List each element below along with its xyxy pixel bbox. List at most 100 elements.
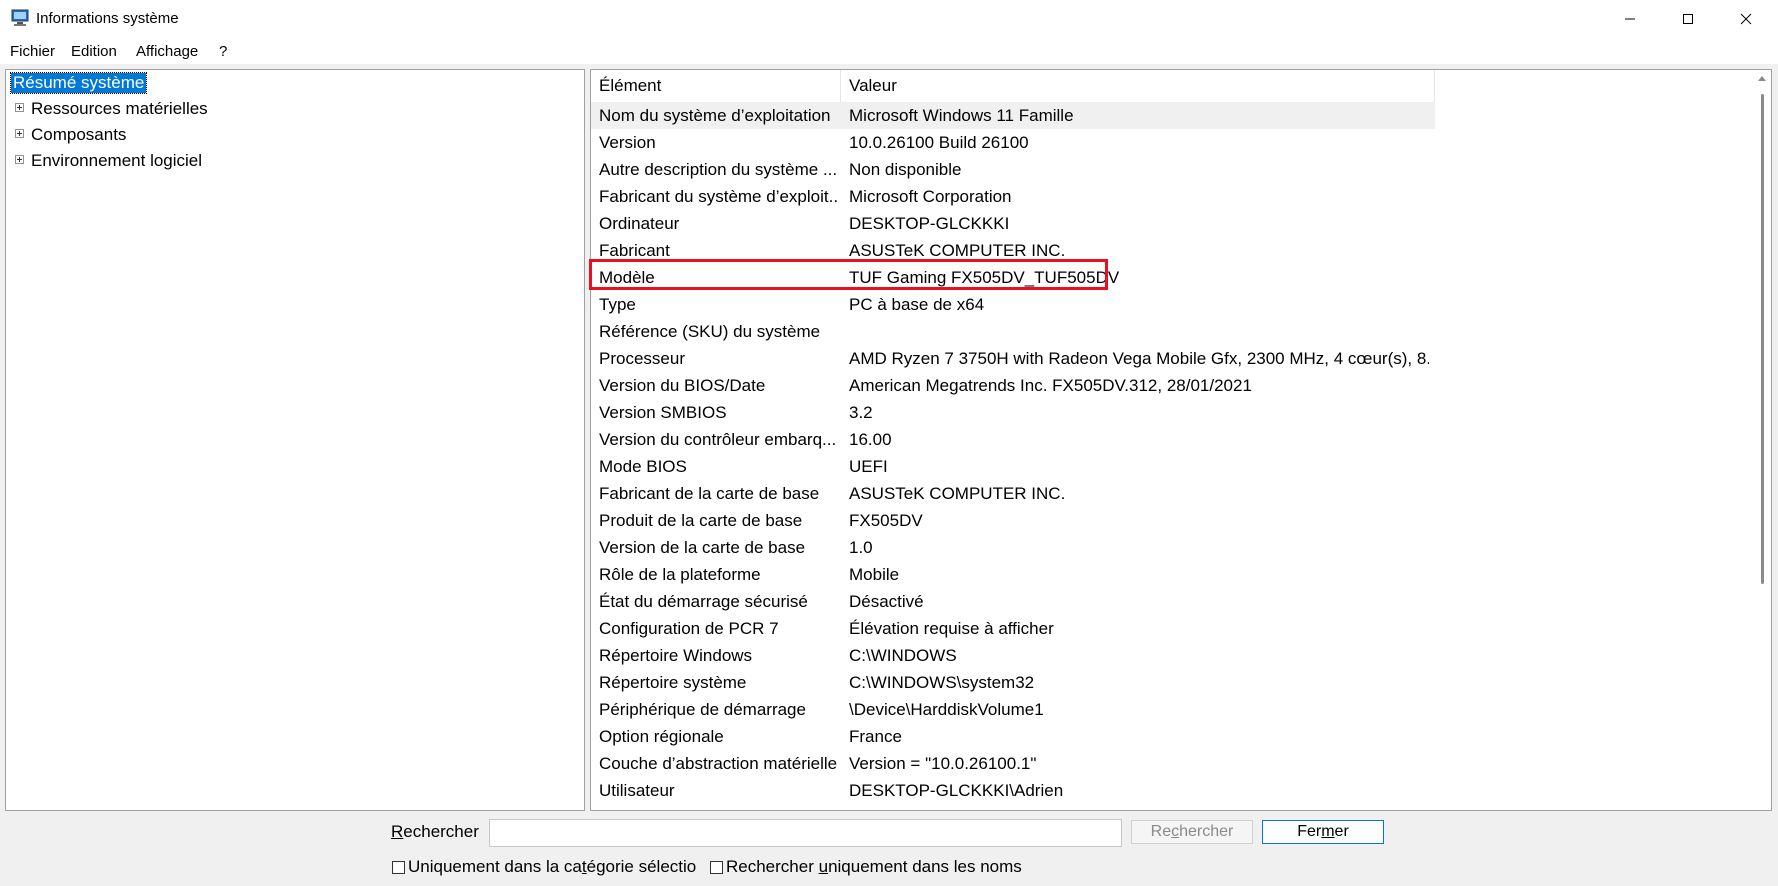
table-row[interactable]: Version 10.0.26100 Build 26100 bbox=[591, 129, 1435, 156]
column-header-element[interactable]: Élément bbox=[591, 70, 841, 102]
table-row[interactable]: Version du BIOS/Date American Megatrends … bbox=[591, 372, 1435, 399]
table-row[interactable]: Répertoire système C:\WINDOWS\system32 bbox=[591, 669, 1435, 696]
table-row[interactable]: Type PC à base de x64 bbox=[591, 291, 1435, 318]
table-row[interactable]: Configuration de PCR 7 Élévation requise … bbox=[591, 615, 1435, 642]
scrollbar-thumb[interactable] bbox=[1761, 94, 1764, 584]
category-tree: Résumé système Ressources matérielles Co… bbox=[5, 69, 585, 811]
vertical-scrollbar[interactable] bbox=[1754, 70, 1771, 810]
menu-bar: Fichier Edition Affichage ? bbox=[0, 38, 1778, 64]
cell-element: Ordinateur bbox=[599, 214, 680, 233]
table-row[interactable]: Fabricant ASUSTeK COMPUTER INC. bbox=[591, 237, 1435, 264]
checkbox-label: Uniquement dans la catégorie sélectio bbox=[408, 857, 697, 876]
cell-value: Mobile bbox=[849, 565, 900, 584]
cell-value: ASUSTeK COMPUTER INC. bbox=[849, 484, 1066, 503]
cell-value: DESKTOP-GLCKKKI\Adrien bbox=[849, 781, 1064, 800]
checkbox-label: Rechercher uniquement dans les noms bbox=[726, 857, 1022, 876]
maximize-icon bbox=[1683, 14, 1693, 24]
table-row[interactable]: Version de la carte de base 1.0 bbox=[591, 534, 1435, 561]
cell-element: Version de la carte de base bbox=[599, 538, 806, 557]
cell-element: Type bbox=[599, 295, 636, 314]
cell-element: Mode BIOS bbox=[599, 457, 687, 476]
cell-element: Version bbox=[599, 133, 656, 152]
cell-value: 1.0 bbox=[849, 538, 873, 557]
details-list: Élément Valeur Nom du système d’exploita… bbox=[590, 69, 1772, 811]
system-info-app-icon bbox=[11, 9, 29, 26]
table-row[interactable]: Autre description du système ... Non disp… bbox=[591, 156, 1435, 183]
title-bar: Informations système bbox=[0, 0, 1778, 38]
table-row[interactable]: Référence (SKU) du système bbox=[591, 318, 1435, 345]
cell-element: Fabricant bbox=[599, 241, 670, 260]
search-input[interactable] bbox=[489, 819, 1122, 847]
table-row[interactable]: Ordinateur DESKTOP-GLCKKKI bbox=[591, 210, 1435, 237]
table-row[interactable]: Couche d’abstraction matérielle Version =… bbox=[591, 750, 1435, 777]
window-title: Informations système bbox=[36, 10, 179, 27]
tree-item-resume-systeme[interactable]: Résumé système bbox=[9, 72, 148, 94]
cell-value: DESKTOP-GLCKKKI bbox=[849, 214, 1010, 233]
scroll-up-icon[interactable] bbox=[1758, 76, 1766, 81]
cell-value: Non disponible bbox=[849, 160, 962, 179]
close-window-button[interactable] bbox=[1717, 0, 1775, 38]
table-row[interactable]: Rôle de la plateforme Mobile bbox=[591, 561, 1435, 588]
tree-item-ressources-materielles[interactable]: Ressources matérielles bbox=[31, 99, 208, 119]
table-row[interactable]: État du démarrage sécurisé Désactivé bbox=[591, 588, 1435, 615]
table-row[interactable]: Mode BIOS UEFI bbox=[591, 453, 1435, 480]
cell-value: C:\WINDOWS\system32 bbox=[849, 673, 1035, 692]
cell-value: Désactivé bbox=[849, 592, 924, 611]
table-row[interactable]: Utilisateur DESKTOP-GLCKKKI\Adrien bbox=[591, 777, 1435, 804]
cell-element: Option régionale bbox=[599, 727, 724, 746]
checkbox-names-only[interactable]: Rechercher uniquement dans les noms bbox=[710, 857, 1022, 877]
cell-element: Version du contrôleur embarq... bbox=[599, 430, 837, 449]
checkbox-category-only[interactable]: Uniquement dans la catégorie sélectio bbox=[392, 857, 696, 877]
table-row[interactable]: Nom du système d’exploitation Microsoft W… bbox=[591, 102, 1435, 129]
search-bar: Rechercher Rechercher Fermer Uniquement … bbox=[0, 815, 1778, 886]
menu-affichage[interactable]: Affichage bbox=[136, 43, 198, 60]
tree-item-environnement-logiciel[interactable]: Environnement logiciel bbox=[31, 151, 202, 171]
cell-value: TUF Gaming FX505DV_TUF505DV bbox=[849, 268, 1120, 287]
table-row[interactable]: Version du contrôleur embarq... 16.00 bbox=[591, 426, 1435, 453]
table-row[interactable]: Fabricant du système d’exploit... Microso… bbox=[591, 183, 1435, 210]
tree-item-composants[interactable]: Composants bbox=[31, 125, 126, 145]
table-row[interactable]: Répertoire Windows C:\WINDOWS bbox=[591, 642, 1435, 669]
table-row[interactable]: Fabricant de la carte de base ASUSTeK COM… bbox=[591, 480, 1435, 507]
cell-value: PC à base de x64 bbox=[849, 295, 985, 314]
cell-element: Version du BIOS/Date bbox=[599, 376, 766, 395]
cell-element: Fabricant de la carte de base bbox=[599, 484, 820, 503]
table-row[interactable]: Processeur AMD Ryzen 7 3750H with Radeon … bbox=[591, 345, 1435, 372]
cell-value bbox=[849, 318, 1429, 345]
cell-element: Modèle bbox=[599, 268, 655, 287]
checkbox[interactable] bbox=[392, 860, 405, 874]
checkbox[interactable] bbox=[710, 860, 723, 874]
cell-value: Élévation requise à afficher bbox=[849, 619, 1054, 638]
menu-edition[interactable]: Edition bbox=[71, 43, 117, 60]
expand-icon[interactable] bbox=[15, 155, 24, 164]
table-row[interactable]: Périphérique de démarrage \Device\Harddis… bbox=[591, 696, 1435, 723]
minimize-button[interactable] bbox=[1601, 0, 1659, 38]
table-row[interactable]: Option régionale France bbox=[591, 723, 1435, 750]
table-row[interactable]: Modèle TUF Gaming FX505DV_TUF505DV bbox=[591, 264, 1435, 291]
expand-icon[interactable] bbox=[15, 129, 24, 138]
cell-value: ASUSTeK COMPUTER INC. bbox=[849, 241, 1066, 260]
cell-element: Produit de la carte de base bbox=[599, 511, 803, 530]
cell-element: Périphérique de démarrage bbox=[599, 700, 806, 719]
expand-icon[interactable] bbox=[15, 103, 24, 112]
cell-value: FX505DV bbox=[849, 511, 923, 530]
maximize-button[interactable] bbox=[1659, 0, 1717, 38]
cell-element: Nom du système d’exploitation bbox=[599, 106, 831, 125]
cell-element: Utilisateur bbox=[599, 781, 675, 800]
cell-element: Version SMBIOS bbox=[599, 403, 727, 422]
table-row[interactable]: Version SMBIOS 3.2 bbox=[591, 399, 1435, 426]
column-header-valeur[interactable]: Valeur bbox=[841, 70, 1435, 102]
cell-element: Fabricant du système d’exploit... bbox=[599, 187, 839, 206]
cell-element: Autre description du système ... bbox=[599, 160, 838, 179]
close-button[interactable]: Fermer bbox=[1262, 820, 1384, 844]
cell-element: Couche d’abstraction matérielle bbox=[599, 754, 838, 773]
cell-element: État du démarrage sécurisé bbox=[599, 592, 808, 611]
menu-help[interactable]: ? bbox=[219, 43, 227, 60]
table-row[interactable]: Produit de la carte de base FX505DV bbox=[591, 507, 1435, 534]
cell-element: Référence (SKU) du système bbox=[599, 322, 821, 341]
search-label: Rechercher bbox=[391, 822, 479, 841]
search-button[interactable]: Rechercher bbox=[1131, 820, 1253, 844]
cell-value: \Device\HarddiskVolume1 bbox=[849, 700, 1044, 719]
menu-fichier[interactable]: Fichier bbox=[10, 43, 55, 60]
cell-value: UEFI bbox=[849, 457, 888, 476]
